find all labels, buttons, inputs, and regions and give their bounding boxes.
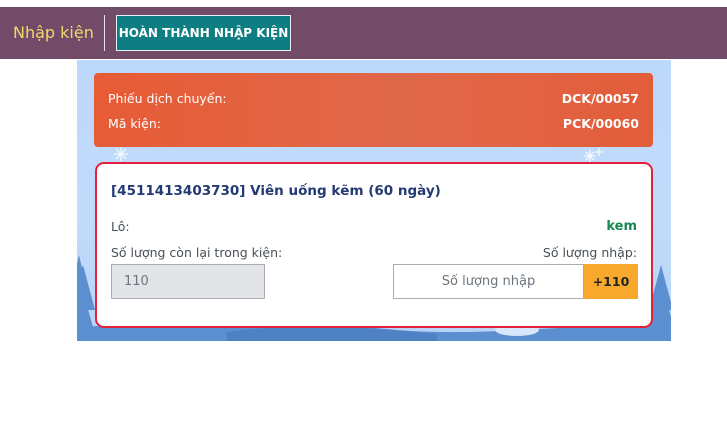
- import-quantity-label: Số lượng nhập:: [542, 245, 637, 260]
- remaining-quantity-field: 110: [111, 264, 265, 299]
- lot-value: kem: [606, 219, 637, 234]
- lot-label: Lô:: [111, 219, 130, 234]
- product-name: [4511413403730] Viên uống kẽm (60 ngày): [111, 183, 441, 199]
- product-card: [4511413403730] Viên uống kẽm (60 ngày) …: [95, 162, 653, 328]
- app-title: Nhập kiện: [13, 23, 94, 42]
- header-divider: [104, 15, 105, 51]
- package-row: Mã kiện: PCK/00060: [108, 114, 639, 132]
- finish-import-button[interactable]: HOÀN THÀNH NHẬP KIỆN: [116, 15, 291, 51]
- package-value: PCK/00060: [562, 115, 639, 131]
- top-navbar: Nhập kiện HOÀN THÀNH NHẬP KIỆN: [0, 7, 727, 59]
- transfer-value: DCK/00057: [561, 90, 639, 106]
- transfer-info-card: Phiếu dịch chuyển: DCK/00057 Mã kiện: PC…: [94, 73, 653, 147]
- add-all-quantity-button[interactable]: +110: [584, 264, 638, 299]
- import-quantity-input[interactable]: [393, 264, 584, 299]
- remaining-quantity-label: Số lượng còn lại trong kiện:: [111, 245, 283, 260]
- package-label: Mã kiện:: [108, 115, 161, 131]
- transfer-label: Phiếu dịch chuyển:: [108, 90, 227, 106]
- transfer-row: Phiếu dịch chuyển: DCK/00057: [108, 89, 639, 107]
